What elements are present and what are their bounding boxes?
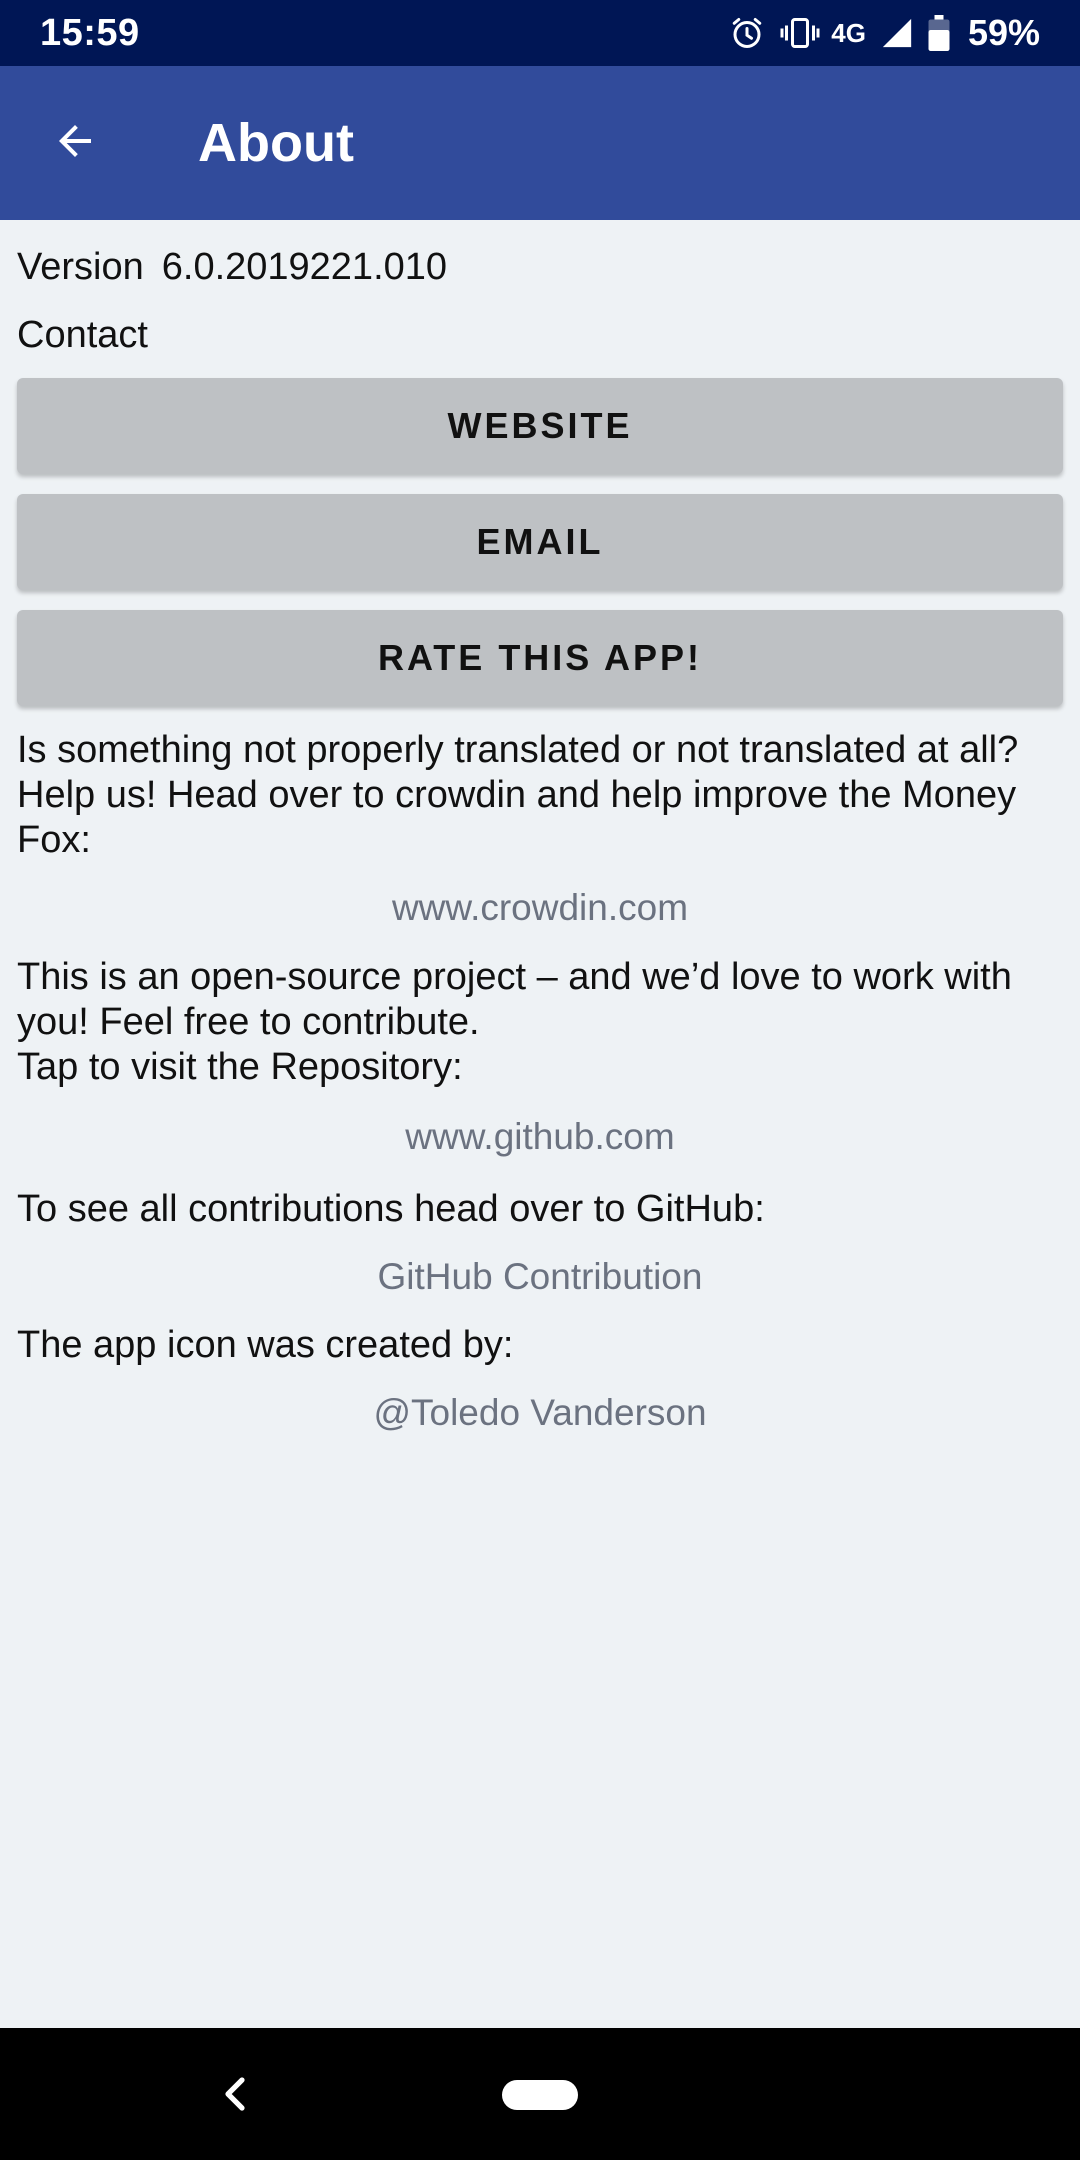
rate-app-button[interactable]: RATE THIS APP!	[17, 610, 1063, 706]
about-content: Version 6.0.2019221.010 Contact WEBSITE E…	[0, 220, 1080, 1438]
nav-home-pill[interactable]	[502, 2080, 578, 2110]
github-contribution-link[interactable]: GitHub Contribution	[17, 1252, 1063, 1302]
open-source-line: Tap to visit the Repository:	[17, 1046, 463, 1088]
email-button[interactable]: EMAIL	[17, 494, 1063, 590]
icon-author-link[interactable]: @Toledo Vanderson	[17, 1388, 1063, 1438]
alarm-icon	[729, 15, 765, 51]
open-source-line: you! Feel free to contribute.	[17, 1001, 480, 1043]
contact-label: Contact	[17, 314, 148, 356]
page-title: About	[198, 113, 354, 173]
navigation-bar	[0, 2028, 1080, 2160]
vibrate-icon	[779, 15, 821, 51]
translation-line: Fox:	[17, 819, 91, 861]
signal-icon	[880, 16, 914, 50]
app-icon-credit-text: The app icon was created by:	[17, 1324, 514, 1366]
open-source-text: This is an open-source project – and we’…	[17, 955, 1063, 1090]
contributions-text: To see all contributions head over to Gi…	[17, 1188, 765, 1230]
open-source-line: This is an open-source project – and we’…	[17, 956, 1012, 998]
network-type: 4G	[831, 17, 866, 48]
crowdin-link[interactable]: www.crowdin.com	[17, 883, 1063, 933]
translation-line: Is something not properly translated or …	[17, 729, 1019, 771]
back-button[interactable]	[0, 66, 150, 220]
version-line: Version 6.0.2019221.010	[17, 242, 1063, 292]
website-button[interactable]: WEBSITE	[17, 378, 1063, 474]
app-bar: About	[0, 66, 1080, 220]
nav-back-icon[interactable]	[218, 2072, 252, 2121]
github-link[interactable]: www.github.com	[17, 1112, 1063, 1162]
status-bar: 15:59 4G 59%	[0, 0, 1080, 66]
version-label: Version	[17, 246, 144, 288]
translation-line: Help us! Head over to crowdin and help i…	[17, 774, 1017, 816]
status-time: 15:59	[40, 11, 140, 54]
arrow-back-icon	[51, 117, 99, 170]
version-value: 6.0.2019221.010	[161, 246, 448, 288]
about-screen: 15:59 4G 59% About Version 6.0.2019221.0…	[0, 0, 1080, 2160]
status-icons: 4G 59%	[729, 12, 1040, 54]
battery-icon	[928, 15, 950, 51]
battery-percent: 59%	[967, 12, 1040, 53]
translation-text: Is something not properly translated or …	[17, 728, 1063, 863]
